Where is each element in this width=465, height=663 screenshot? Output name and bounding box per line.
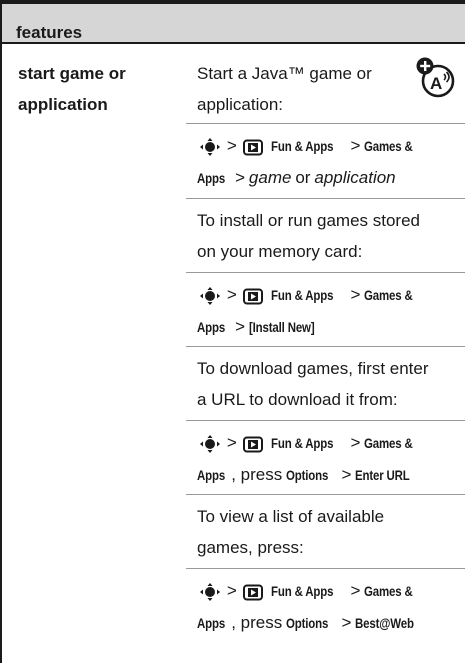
table-left-border xyxy=(0,0,2,663)
step-1-path: > Fun & Apps > Games & Apps > game or ap… xyxy=(197,136,413,187)
step-2-path: > Fun & Apps > Games & Apps > [Install N… xyxy=(197,285,413,336)
header-title: features xyxy=(16,23,83,42)
row-separator xyxy=(186,420,465,421)
row-separator xyxy=(186,346,465,347)
header-rule xyxy=(0,42,465,44)
row-separator xyxy=(186,198,465,199)
fun-apps-icon xyxy=(242,436,263,453)
row-separator xyxy=(186,272,465,273)
feature-name-line1: start game or xyxy=(18,64,126,83)
step-4-path: > Fun & Apps > Games & Apps, press Optio… xyxy=(197,581,415,632)
feature-table: features start game or application A Sta… xyxy=(0,0,465,663)
row-separator xyxy=(186,494,465,495)
step-3-text: To download games, first enter a URL to … xyxy=(197,359,429,409)
step-1-text: Start a Java™ game or application: xyxy=(197,64,372,114)
fun-apps-icon xyxy=(242,139,263,156)
feature-name: start game or application xyxy=(18,58,168,120)
nav-key-icon xyxy=(200,583,220,602)
step-3-path: > Fun & Apps > Games & Apps, press Optio… xyxy=(197,433,413,484)
nav-key-icon xyxy=(200,138,220,157)
fun-apps-icon xyxy=(242,584,263,601)
step-4-text: To view a list of available games, press… xyxy=(197,507,385,557)
fun-apps-icon xyxy=(242,288,263,305)
nav-key-icon xyxy=(200,287,220,306)
row-separator xyxy=(186,123,465,124)
row-separator xyxy=(186,568,465,569)
feature-name-line2: application xyxy=(18,95,108,114)
nav-key-icon xyxy=(200,435,220,454)
table-header: features xyxy=(2,4,465,42)
step-2-text: To install or run games stored on your m… xyxy=(197,211,420,261)
